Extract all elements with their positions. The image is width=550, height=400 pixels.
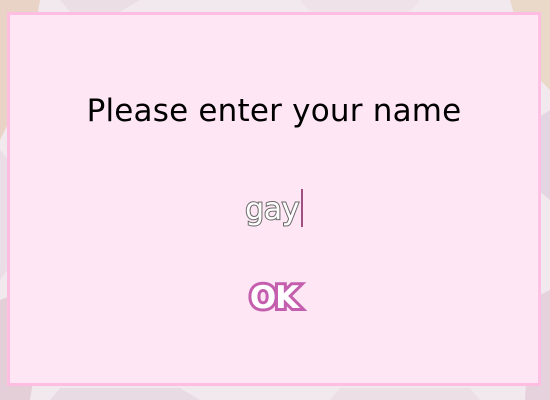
name-input[interactable]: gay [10, 187, 538, 233]
ok-button[interactable]: OK [239, 277, 309, 319]
name-prompt: Please enter your name [86, 93, 462, 129]
name-input-value: gay [244, 191, 300, 228]
name-entry-dialog: Please enter your name gay OK [7, 12, 541, 386]
text-caret [300, 189, 303, 227]
